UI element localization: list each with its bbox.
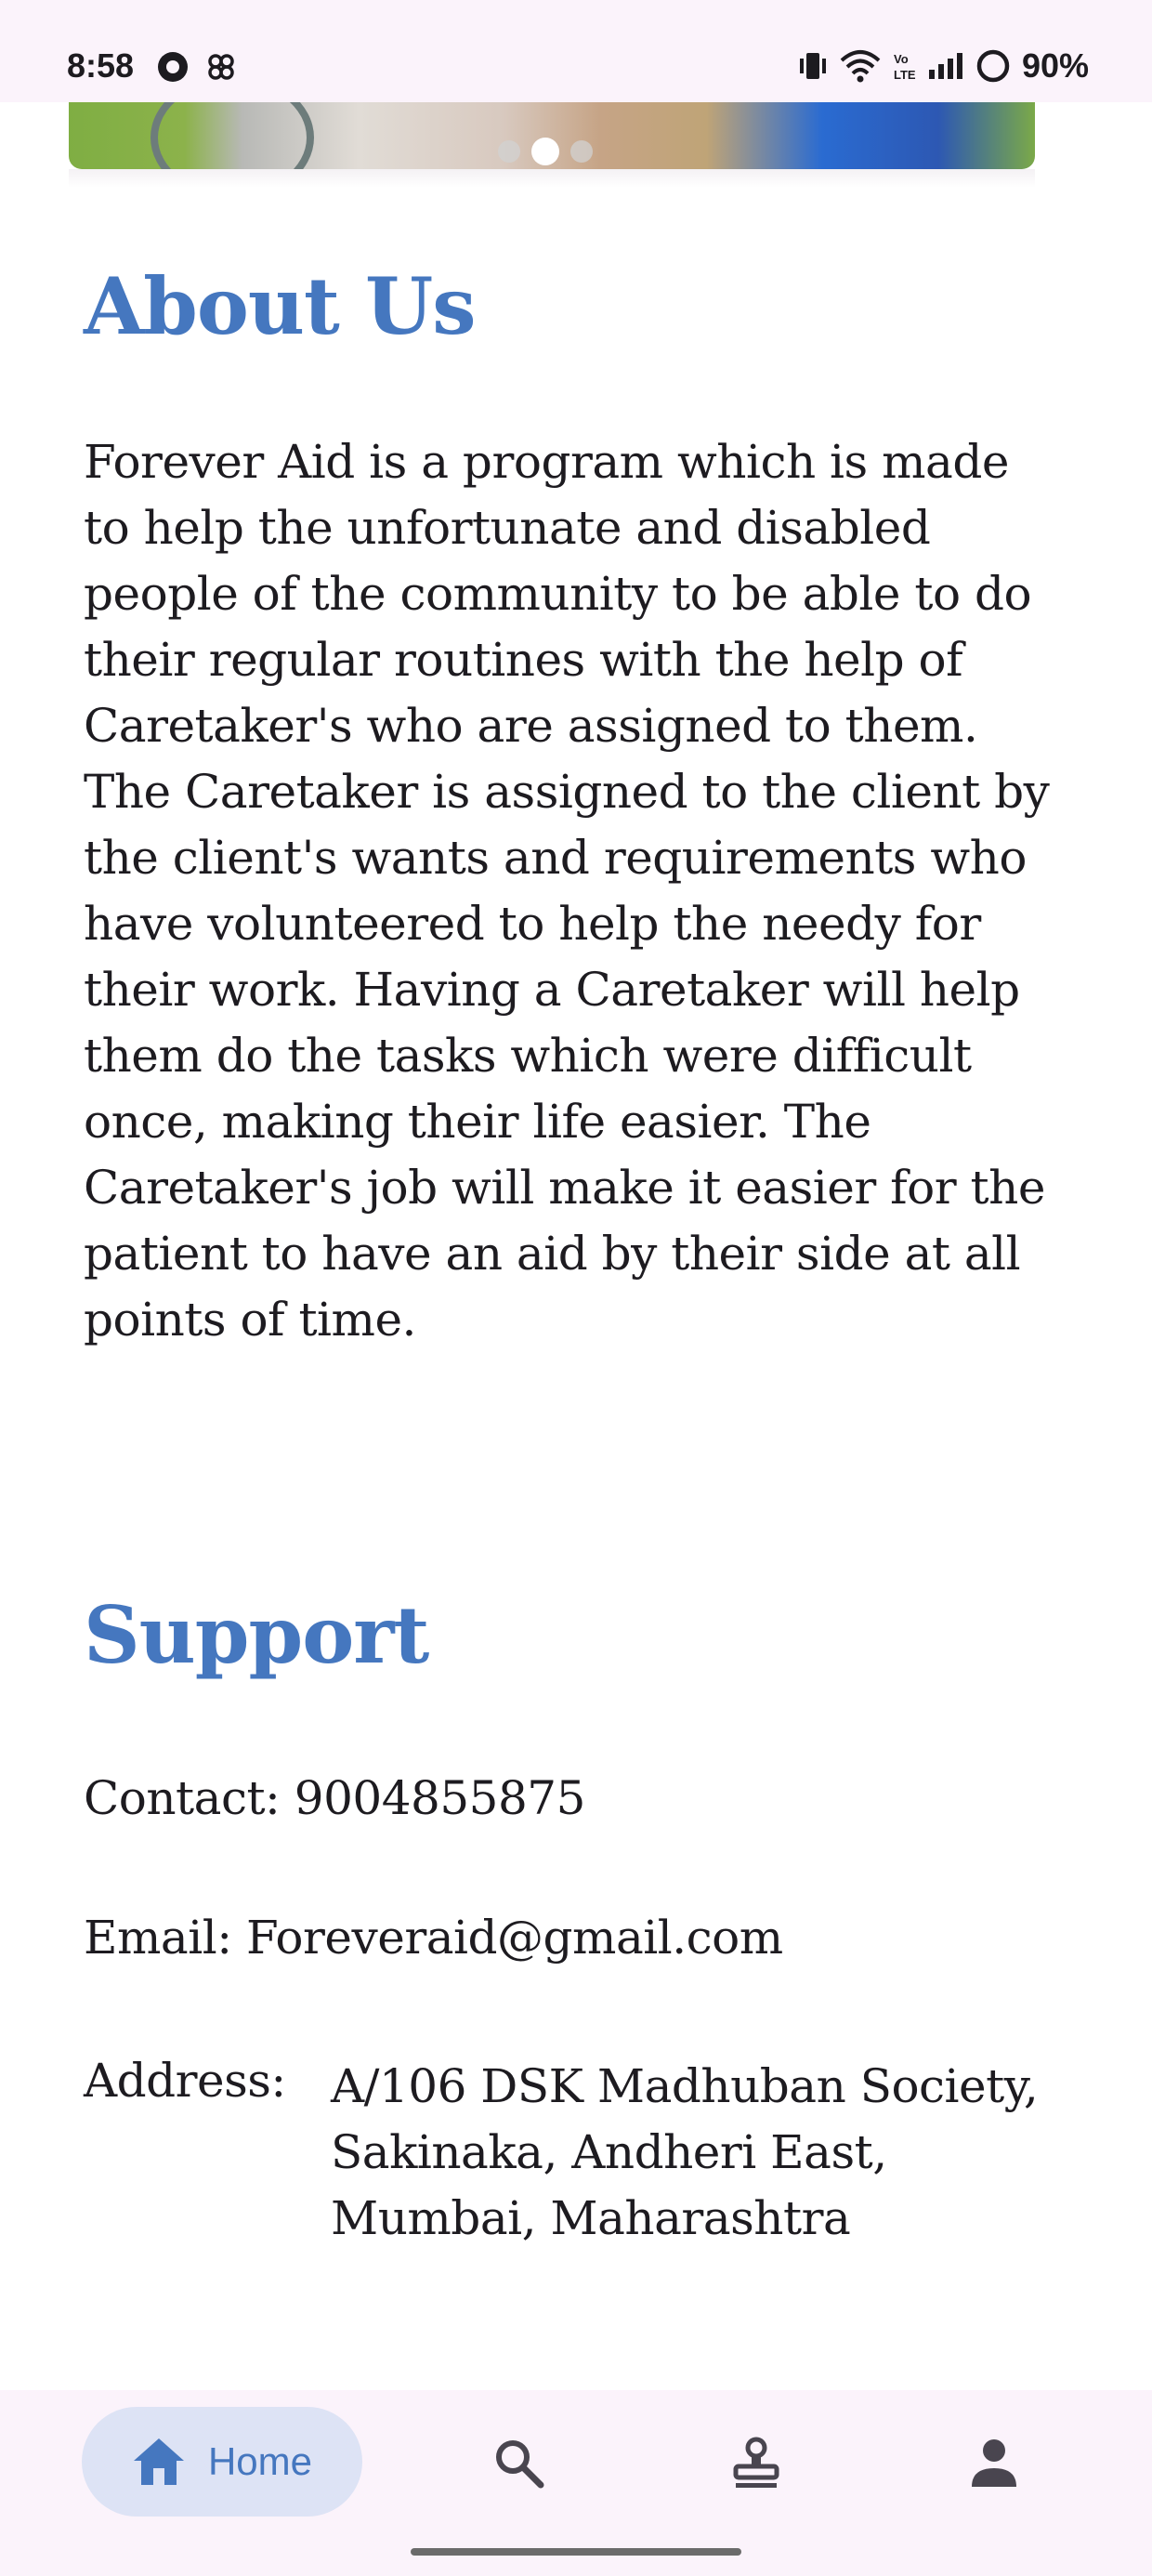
carousel-dot[interactable] [570, 140, 593, 163]
battery-percent: 90% [1021, 46, 1089, 85]
email-text: Email: Foreveraid@gmail.com [84, 1911, 783, 1965]
search-icon[interactable] [491, 2435, 546, 2491]
stamp-icon[interactable] [728, 2435, 784, 2491]
notification-icons [156, 50, 238, 84]
bottom-navigation: Home [0, 2390, 1152, 2576]
person-icon[interactable] [966, 2435, 1022, 2491]
home-icon [133, 2438, 184, 2485]
address-label: Address: [84, 2054, 286, 2108]
vibrate-icon [799, 53, 826, 79]
carousel-indicators [498, 138, 593, 165]
contact-text: Contact: 9004855875 [84, 1771, 585, 1825]
system-icons: Vo LTE 90% [797, 46, 1089, 85]
wifi-icon [840, 50, 881, 83]
nav-home-button[interactable]: Home [82, 2407, 362, 2517]
status-time: 8:58 [67, 46, 135, 85]
support-title: Support [84, 1589, 429, 1681]
signal-icon [928, 53, 962, 79]
about-title: About Us [84, 260, 477, 352]
carousel-dot-active[interactable] [531, 138, 559, 165]
address-line: Sakinaka, Andheri East, [331, 2125, 887, 2179]
carousel-dot[interactable] [498, 140, 520, 163]
nav-home-label: Home [207, 2439, 313, 2483]
carousel-shadow [69, 169, 1035, 188]
pinwheel-icon [208, 54, 234, 80]
about-body: Forever Aid is a program which is made t… [84, 435, 1050, 1347]
address-line: Mumbai, Maharashtra [331, 2191, 851, 2245]
status-bar: 8:58 Vo LTE 90% [0, 0, 1152, 102]
svg-text:LTE: LTE [894, 68, 916, 82]
address-value: A/106 DSK Madhuban Society, Sakinaka, An… [331, 2054, 1093, 2252]
svg-text:Vo: Vo [894, 52, 909, 66]
address-line: A/106 DSK Madhuban Society, [331, 2059, 1039, 2113]
gesture-home-indicator[interactable] [411, 2548, 741, 2556]
volte-icon: Vo LTE [894, 52, 916, 82]
record-icon [158, 52, 188, 82]
battery-ring-icon [976, 49, 1010, 83]
wheelchair-image [151, 102, 314, 169]
